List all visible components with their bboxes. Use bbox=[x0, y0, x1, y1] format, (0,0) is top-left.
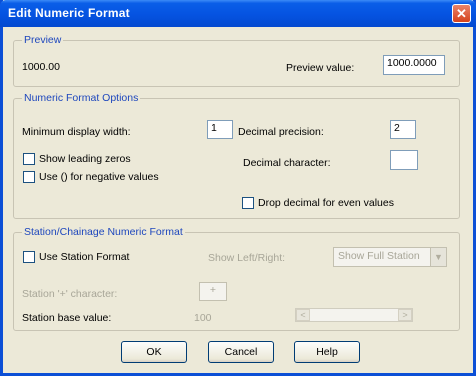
numeric-format-options-group: Numeric Format Options Minimum display w… bbox=[13, 92, 460, 219]
minimum-display-width-label: Minimum display width: bbox=[22, 126, 131, 138]
decimal-character-label: Decimal character: bbox=[243, 157, 331, 169]
decimal-character-field[interactable] bbox=[390, 150, 418, 170]
station-plus-character-label: Station '+' character: bbox=[22, 288, 118, 300]
scroll-right-button[interactable]: > bbox=[398, 309, 412, 321]
show-leading-zeros-checkbox[interactable] bbox=[23, 153, 35, 165]
close-button[interactable]: ✕ bbox=[452, 4, 471, 23]
show-left-right-selected: Show Full Station bbox=[338, 250, 420, 262]
show-left-right-label: Show Left/Right: bbox=[208, 252, 286, 264]
numeric-format-options-label: Numeric Format Options bbox=[22, 92, 141, 104]
decimal-precision-label: Decimal precision: bbox=[238, 126, 324, 138]
edit-numeric-format-dialog: Edit Numeric Format ✕ Preview 1000.00 Pr… bbox=[0, 0, 476, 376]
preview-group: Preview 1000.00 Preview value: 1000.0000 bbox=[13, 34, 460, 87]
station-chainage-label: Station/Chainage Numeric Format bbox=[22, 226, 185, 238]
use-parens-negative-checkbox[interactable] bbox=[23, 171, 35, 183]
show-leading-zeros-label: Show leading zeros bbox=[39, 153, 131, 165]
decimal-precision-field[interactable]: 2 bbox=[390, 120, 416, 139]
close-icon: ✕ bbox=[456, 6, 467, 21]
title-bar[interactable]: Edit Numeric Format ✕ bbox=[0, 0, 476, 27]
preview-sample-text: 1000.00 bbox=[22, 61, 60, 73]
preview-group-label: Preview bbox=[22, 34, 64, 46]
show-left-right-dropdown[interactable]: Show Full Station ▼ bbox=[333, 247, 447, 267]
station-base-value-scrollbar[interactable]: < > bbox=[295, 308, 413, 322]
station-plus-character-field[interactable]: + bbox=[199, 282, 227, 301]
drop-decimal-checkbox[interactable] bbox=[242, 197, 254, 209]
scroll-left-button[interactable]: < bbox=[296, 309, 310, 321]
use-parens-negative-label: Use () for negative values bbox=[39, 171, 159, 183]
drop-decimal-label: Drop decimal for even values bbox=[258, 197, 394, 209]
station-base-value-label: Station base value: bbox=[22, 312, 112, 324]
use-station-format-label: Use Station Format bbox=[39, 251, 130, 263]
station-chainage-group: Station/Chainage Numeric Format Use Stat… bbox=[13, 226, 460, 331]
minimum-display-width-field[interactable]: 1 bbox=[207, 120, 233, 139]
use-station-format-checkbox[interactable] bbox=[23, 251, 35, 263]
station-base-value: 100 bbox=[194, 312, 212, 324]
ok-button[interactable]: OK bbox=[121, 341, 187, 363]
preview-value-field[interactable]: 1000.0000 bbox=[383, 55, 445, 75]
dialog-title: Edit Numeric Format bbox=[8, 6, 130, 20]
preview-value-label: Preview value: bbox=[286, 62, 355, 74]
help-button[interactable]: Help bbox=[294, 341, 360, 363]
cancel-button[interactable]: Cancel bbox=[208, 341, 274, 363]
chevron-down-icon: ▼ bbox=[430, 248, 446, 266]
